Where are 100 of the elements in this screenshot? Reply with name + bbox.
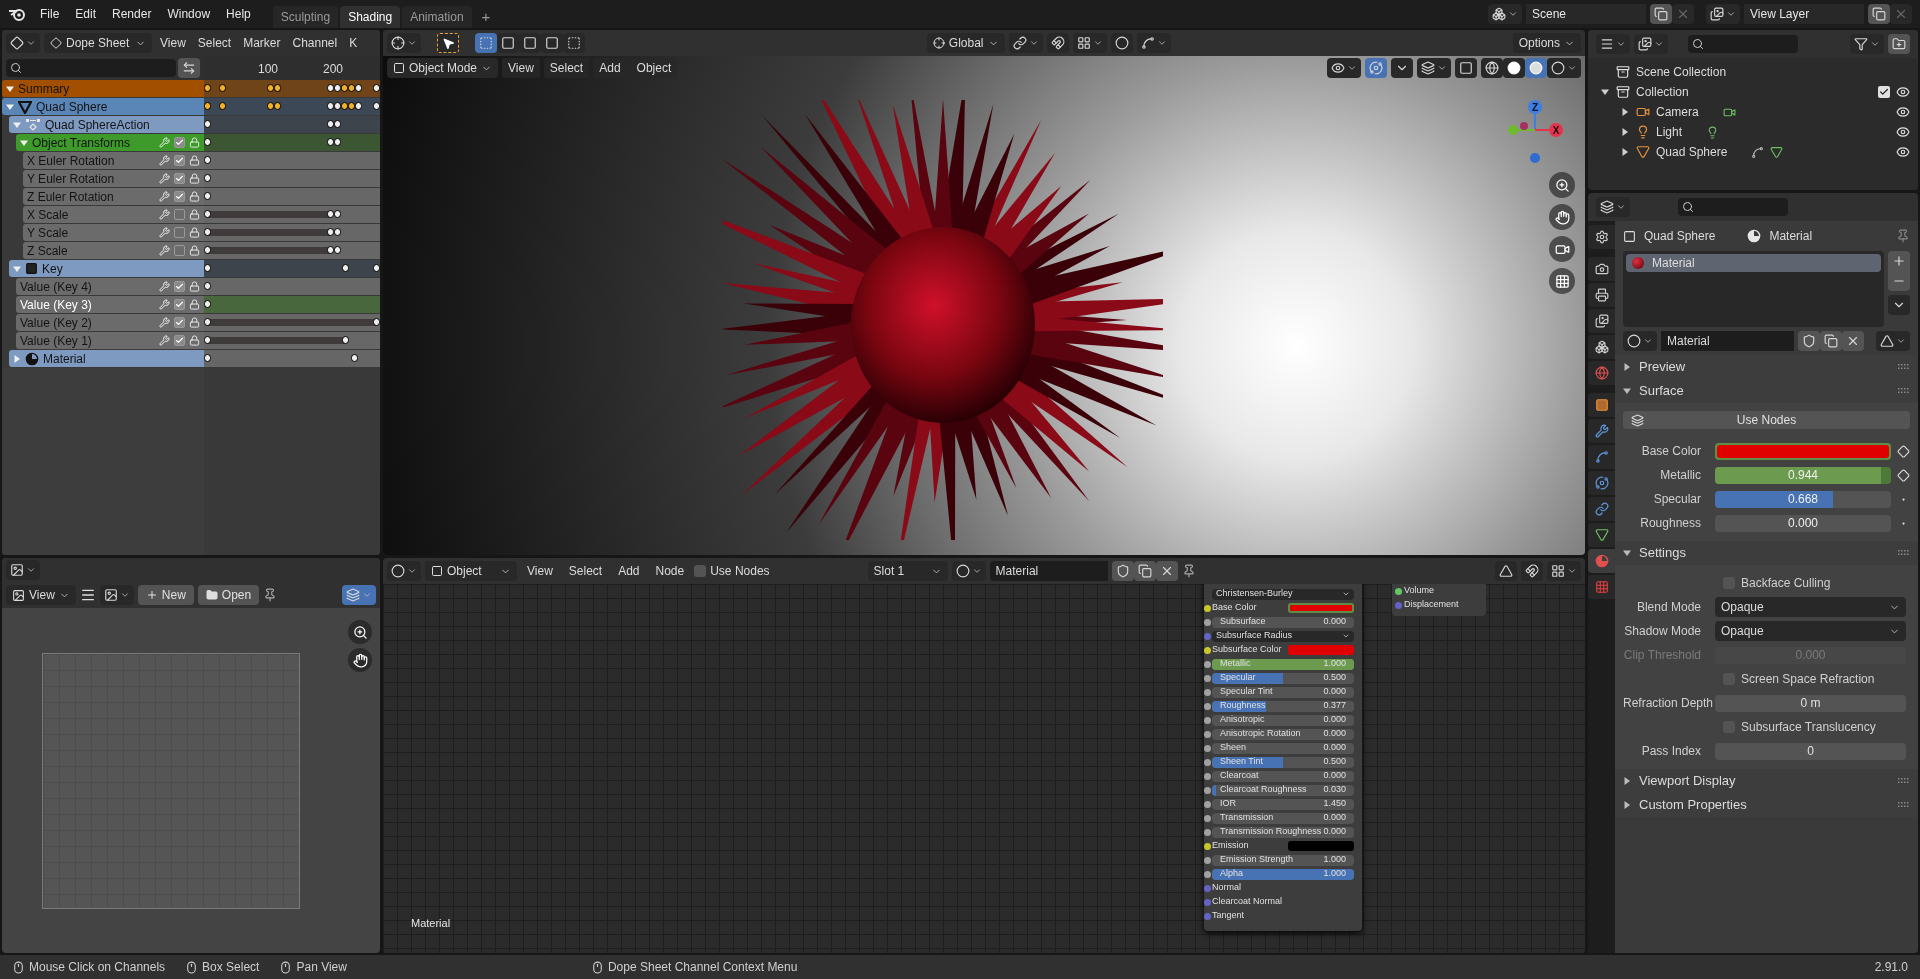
menu-item[interactable]: Render: [106, 5, 158, 23]
view-layer-name-field[interactable]: View Layer: [1744, 4, 1864, 24]
socket-label: Clearcoat Normal: [1212, 895, 1283, 909]
number-field[interactable]: 0 m: [1715, 694, 1906, 712]
property-label: Base Color: [1640, 443, 1702, 460]
mode-dropdown[interactable]: Dope Sheet: [44, 33, 152, 53]
shader-type-dropdown[interactable]: Object: [425, 561, 517, 581]
slot-dropdown[interactable]: Slot 1: [867, 561, 948, 581]
node-slider[interactable]: Transmission Roughness 0.000: [1212, 826, 1354, 838]
menu-item[interactable]: Edit: [69, 5, 103, 23]
menu-item[interactable]: View: [521, 561, 559, 581]
menu-item[interactable]: Marker: [239, 33, 285, 53]
channel-row[interactable]: Y Scale: [23, 224, 204, 241]
channel-row[interactable]: Value (Key 3): [16, 296, 204, 313]
node-slider[interactable]: Emission Strength 1.000: [1212, 854, 1354, 866]
socket-label: Volume: [1404, 584, 1435, 598]
menu-item[interactable]: K: [345, 33, 362, 53]
material-name-field[interactable]: Material: [1661, 331, 1794, 351]
channel-row[interactable]: Value (Key 1): [16, 332, 204, 349]
node-slider[interactable]: Roughness 0.377: [1212, 700, 1354, 712]
node-slider[interactable]: Anisotropic Rotation 0.000: [1212, 728, 1354, 740]
add-workspace-button[interactable]: +: [473, 6, 499, 28]
channel-row[interactable]: Y Euler Rotation: [23, 170, 204, 187]
menu-item[interactable]: File: [34, 5, 66, 23]
workspace-tab[interactable]: Shading: [340, 6, 401, 28]
menu-item[interactable]: Select: [193, 33, 236, 53]
checkbox[interactable]: Backface Culling: [1723, 574, 1831, 592]
slider-field[interactable]: 0.668: [1715, 490, 1891, 508]
checkbox[interactable]: Subsurface Translucency: [1723, 718, 1876, 736]
workspace-tab[interactable]: Animation: [402, 6, 472, 28]
workspace-tab[interactable]: Sculpting: [272, 6, 339, 28]
node-slider[interactable]: IOR 1.450: [1212, 798, 1354, 810]
channel-row[interactable]: Object Transforms: [16, 134, 204, 151]
options-dropdown[interactable]: Options: [1512, 33, 1581, 53]
menu-item[interactable]: Window: [161, 5, 217, 23]
axis-label[interactable]: X: [1549, 123, 1563, 137]
material-name-field[interactable]: Material: [989, 561, 1108, 581]
menu-item[interactable]: Select: [543, 58, 590, 78]
property-label: Blend Mode: [1635, 599, 1702, 616]
channel-row[interactable]: Material: [9, 350, 204, 367]
property-label: Shadow Mode: [1623, 623, 1702, 640]
channel-row[interactable]: Value (Key 4): [16, 278, 204, 295]
node-slider[interactable]: Sheen 0.000: [1212, 742, 1354, 754]
subsurface-method-dropdown[interactable]: Christensen-Burley: [1212, 588, 1354, 600]
channel-row[interactable]: Quad SphereAction: [9, 116, 204, 133]
channel-row[interactable]: Value (Key 2): [16, 314, 204, 331]
node-slider[interactable]: Transmission 0.000: [1212, 812, 1354, 824]
frame-number: 100: [258, 61, 279, 78]
node-slider[interactable]: Anisotropic 0.000: [1212, 714, 1354, 726]
menu-item[interactable]: View: [156, 33, 190, 53]
socket-label: Base Color: [1212, 601, 1257, 615]
slider-field[interactable]: 0.000: [1715, 514, 1891, 532]
mode-dropdown[interactable]: Object Mode: [387, 58, 499, 78]
channel-row[interactable]: Z Euler Rotation: [23, 188, 204, 205]
node-slider[interactable]: Alpha 1.000: [1212, 868, 1354, 880]
property-dropdown[interactable]: Opaque: [1715, 597, 1906, 617]
output-node[interactable]: Volume Displacement: [1392, 584, 1486, 616]
channel-row[interactable]: Quad Sphere: [2, 98, 204, 115]
property-dropdown[interactable]: Opaque: [1715, 621, 1906, 641]
breadcrumb-item: Material: [1769, 228, 1813, 245]
view-dropdown[interactable]: View: [6, 585, 76, 605]
node-slider[interactable]: Clearcoat 0.000: [1212, 770, 1354, 782]
node-tree-label: Material: [411, 915, 451, 931]
socket-label: Displacement: [1404, 598, 1459, 612]
channel-row[interactable]: X Scale: [23, 206, 204, 223]
orientation-dropdown[interactable]: Global: [926, 33, 1005, 53]
outliner-item[interactable]: Collection: [1636, 83, 1689, 101]
axis-label[interactable]: Z: [1528, 100, 1542, 114]
scene-name-field[interactable]: Scene: [1526, 4, 1646, 24]
use-nodes-button[interactable]: Use Nodes: [1623, 411, 1910, 429]
channel-row[interactable]: Key: [9, 260, 204, 277]
menu-item[interactable]: Channel: [288, 33, 342, 53]
property-label: Metallic: [1659, 467, 1702, 484]
menu-item[interactable]: Select: [562, 561, 609, 581]
channel-row[interactable]: Z Scale: [23, 242, 204, 259]
number-field[interactable]: 0: [1715, 742, 1906, 760]
menu-item[interactable]: Help: [220, 5, 257, 23]
material-slot[interactable]: Material: [1626, 254, 1881, 272]
menu-item[interactable]: View: [502, 58, 540, 78]
outliner-item[interactable]: Camera: [1656, 103, 1699, 121]
outliner-item[interactable]: Quad Sphere: [1656, 143, 1728, 161]
node-slider[interactable]: Clearcoat Roughness 0.030: [1212, 784, 1354, 796]
socket-label: Subsurface Color: [1212, 643, 1282, 657]
version-label: 2.91.0: [1874, 959, 1908, 976]
channel-row[interactable]: X Euler Rotation: [23, 152, 204, 169]
outliner-item[interactable]: Light: [1656, 123, 1683, 141]
menu-item[interactable]: Add: [612, 561, 646, 581]
node-slider[interactable]: Subsurface 0.000: [1212, 616, 1354, 628]
node-dropdown[interactable]: Subsurface Radius: [1212, 630, 1354, 642]
use-nodes-checkbox[interactable]: Use Nodes: [694, 562, 770, 580]
open-button[interactable]: Open: [197, 585, 260, 605]
node-slider[interactable]: Sheen Tint 0.500: [1212, 756, 1354, 768]
menu-item[interactable]: Node: [649, 561, 691, 581]
outliner-item[interactable]: Scene Collection: [1636, 63, 1727, 81]
node-slider[interactable]: Specular Tint 0.000: [1212, 686, 1354, 698]
checkbox[interactable]: Screen Space Refraction: [1723, 670, 1875, 688]
property-label: Specular: [1652, 491, 1702, 508]
status-hint: Pan View: [296, 959, 347, 976]
new-button[interactable]: New: [137, 585, 194, 605]
node-slider[interactable]: Specular 0.500: [1212, 672, 1354, 684]
